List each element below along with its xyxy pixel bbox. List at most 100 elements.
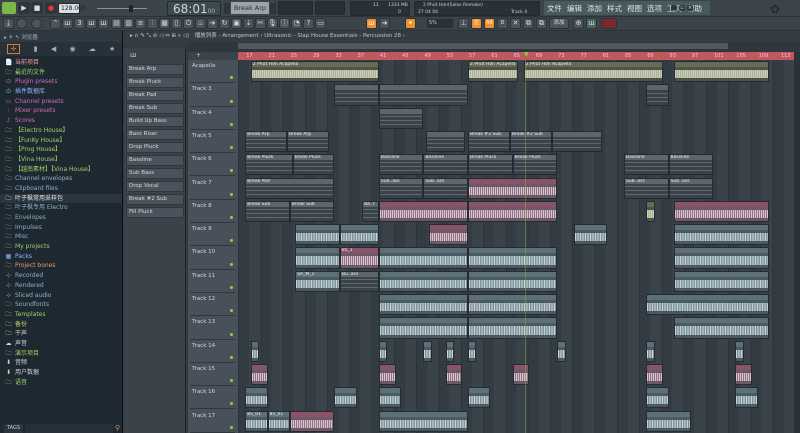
arrow-icon[interactable]: ➜ xyxy=(379,18,390,29)
browser-item[interactable]: ☁ 声音 xyxy=(0,339,122,349)
touch-icon[interactable]: ▭ xyxy=(315,18,326,29)
track-header[interactable]: Track 7 xyxy=(190,177,235,200)
track-mute-led[interactable] xyxy=(230,285,233,289)
project-tab-icon[interactable]: ▮ xyxy=(34,45,38,53)
menu-options[interactable]: 选项 xyxy=(647,4,662,13)
piano-icon[interactable]: ш xyxy=(586,18,597,29)
playlist-clip[interactable] xyxy=(468,270,558,292)
channel-button[interactable]: Build Up Bass xyxy=(126,116,184,127)
playlist-clip[interactable] xyxy=(378,247,469,269)
loop-record-icon[interactable]: ш xyxy=(98,18,109,29)
browser-item[interactable]: 🗀 叶子枫常用采样包 xyxy=(0,193,122,204)
playlist-clip[interactable]: Sub..ass xyxy=(668,177,714,199)
playlist-clip[interactable] xyxy=(468,177,558,199)
browser-item[interactable]: 🗀 Channel envelopes xyxy=(0,174,122,184)
browser-item[interactable]: 📄 当前项目 xyxy=(0,58,122,68)
track-mute-led[interactable] xyxy=(230,99,233,103)
playlist-clip[interactable] xyxy=(445,340,455,362)
playlist-clip[interactable] xyxy=(378,84,469,106)
split-icon[interactable]: ⊕ xyxy=(573,18,584,29)
playlist-clip[interactable] xyxy=(245,387,268,409)
tempo-tapper-icon[interactable]: ♨ xyxy=(195,18,206,29)
playlist-clip[interactable] xyxy=(468,387,491,409)
menu-patterns[interactable]: 样式 xyxy=(607,4,622,13)
metronome-icon[interactable]: ⌃ xyxy=(50,18,61,29)
playlist-clip[interactable] xyxy=(378,410,469,432)
render-icon[interactable]: ➔ xyxy=(207,18,218,29)
disk-icon[interactable]: ▣ xyxy=(231,18,242,29)
playlist-clip[interactable] xyxy=(468,340,477,362)
playlist-clip[interactable] xyxy=(674,200,769,223)
microphone-icon[interactable]: 🎙 xyxy=(267,18,278,29)
menu-file[interactable]: 文件 xyxy=(547,4,562,13)
playlist-clip[interactable]: Sub..ass xyxy=(423,177,469,199)
browser-item[interactable]: 🗀 【Electro House】 xyxy=(0,126,122,136)
track-mute-led[interactable] xyxy=(230,262,233,266)
browser-item[interactable]: 🗀 Soundfonts xyxy=(0,300,122,310)
playlist-clip[interactable] xyxy=(468,317,558,339)
browser-item[interactable]: ⬇ 用户数据 xyxy=(0,368,122,378)
playlist-clip[interactable] xyxy=(557,340,566,362)
playlist-clip[interactable] xyxy=(378,387,402,409)
playlist-clip[interactable]: Sh_M_1 xyxy=(295,270,340,292)
playlist-clip[interactable] xyxy=(735,340,744,362)
browser-item[interactable]: ♪ Scores xyxy=(0,116,122,126)
channel-button[interactable]: Break Sub xyxy=(126,103,184,114)
browser-item[interactable]: ⬇ 音频 xyxy=(0,358,122,368)
browser-item[interactable]: 🗀 【FunKy House】 xyxy=(0,136,122,146)
tempo-field[interactable]: 128.000 xyxy=(58,3,86,14)
mixer-icon[interactable]: ⫶ xyxy=(147,18,158,29)
flag-icon[interactable] xyxy=(601,18,617,29)
maximize-button[interactable]: ▫ xyxy=(679,5,685,11)
help-icon[interactable]: ? xyxy=(303,18,314,29)
channel-button[interactable]: Break Arp xyxy=(126,64,184,75)
cloud-tab-icon[interactable]: ☁ xyxy=(89,45,96,53)
link-icon[interactable]: ⚭ xyxy=(405,18,416,29)
next-pattern-button[interactable] xyxy=(270,3,276,14)
drag-button[interactable]: 拉 xyxy=(471,18,482,29)
playlist-clip[interactable] xyxy=(646,363,663,386)
playlist-clip[interactable]: 2 Phút Hơn Acapella xyxy=(523,61,663,83)
plugin-icon[interactable]: ⏻ xyxy=(183,18,194,29)
tags-search-input[interactable] xyxy=(25,424,113,433)
playlist-clip[interactable] xyxy=(339,224,379,246)
track-header[interactable]: Acapella xyxy=(190,60,235,84)
cut-icon[interactable]: ✂ xyxy=(255,18,266,29)
browser-item[interactable]: 🗀 Misc xyxy=(0,232,122,242)
playlist-clip[interactable] xyxy=(445,363,463,386)
playlist-clip[interactable]: Bu..ass xyxy=(339,270,379,292)
main-pitch-knob[interactable] xyxy=(16,18,27,29)
playlist-clip[interactable] xyxy=(468,200,558,223)
playlist-clip[interactable] xyxy=(735,387,758,409)
playlist-clip[interactable] xyxy=(426,130,466,153)
playlist-clip[interactable] xyxy=(378,317,469,339)
playlist-clip[interactable] xyxy=(250,340,260,362)
playlist-clip[interactable] xyxy=(295,224,340,246)
browser-icon[interactable]: ▦ xyxy=(159,18,170,29)
channel-rack-icon[interactable]: ≡ xyxy=(135,18,146,29)
playlist-clip[interactable]: 2 Phút Hơn Acapella xyxy=(468,61,519,83)
playlist-overview[interactable] xyxy=(188,42,800,52)
channel-button[interactable]: Drop Pluck xyxy=(126,142,184,153)
browser-item[interactable]: ⏻ Plugin presets xyxy=(0,77,122,87)
browser-item[interactable]: 🗀 最近的文件 xyxy=(0,68,122,78)
countdown-icon[interactable]: 3 xyxy=(74,18,85,29)
playlist-clip[interactable]: Ba..r xyxy=(362,200,379,223)
main-volume-knob[interactable] xyxy=(31,18,42,29)
playlist-clip[interactable] xyxy=(378,107,424,129)
track-mute-led[interactable] xyxy=(230,239,233,243)
track-header[interactable]: Track 16 xyxy=(190,386,235,410)
add-button[interactable]: 添加 xyxy=(549,18,569,29)
playlist-clip[interactable]: Break Arp xyxy=(287,130,329,153)
track-mute-led[interactable] xyxy=(230,146,233,150)
track-mute-led[interactable] xyxy=(230,169,233,173)
playlist-clip[interactable]: Break Arp xyxy=(245,130,287,153)
slider-knob[interactable] xyxy=(129,5,133,12)
playlist-clip[interactable] xyxy=(674,61,769,83)
channel-button[interactable]: Fill Pluck xyxy=(126,207,184,218)
playlist-clip[interactable] xyxy=(295,247,340,269)
menu-edit[interactable]: 编辑 xyxy=(567,4,582,13)
copy-icon[interactable]: ⧉ xyxy=(523,18,534,29)
stamp-icon[interactable]: ⊥ xyxy=(458,18,469,29)
playlist-clip[interactable]: 85_01 xyxy=(267,410,290,432)
